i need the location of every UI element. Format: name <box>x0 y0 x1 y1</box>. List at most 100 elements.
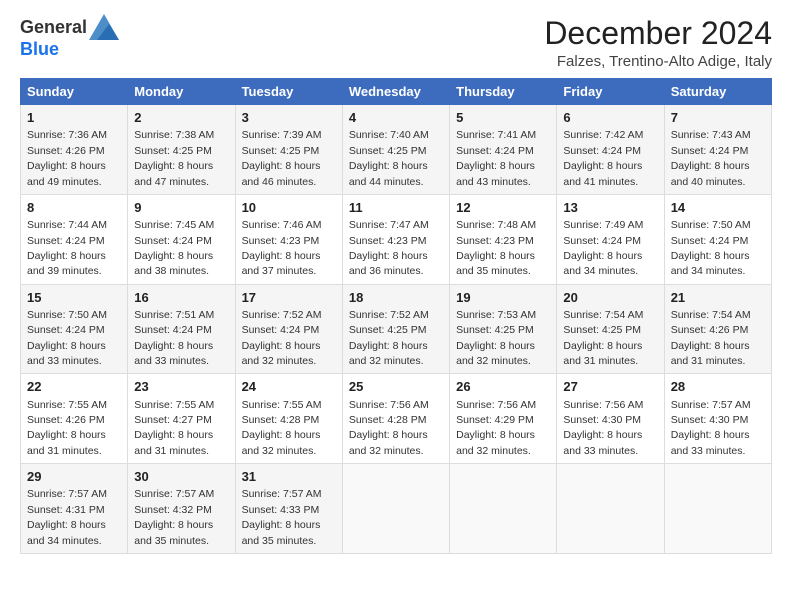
calendar-week-row: 8 Sunrise: 7:44 AM Sunset: 4:24 PM Dayli… <box>21 194 772 284</box>
day-number: 31 <box>242 468 336 486</box>
day-info: Sunrise: 7:48 AM Sunset: 4:23 PM Dayligh… <box>456 219 536 277</box>
day-info: Sunrise: 7:51 AM Sunset: 4:24 PM Dayligh… <box>134 309 214 367</box>
day-info: Sunrise: 7:49 AM Sunset: 4:24 PM Dayligh… <box>563 219 643 277</box>
day-number: 5 <box>456 109 550 127</box>
day-info: Sunrise: 7:55 AM Sunset: 4:28 PM Dayligh… <box>242 399 322 457</box>
table-row: 22 Sunrise: 7:55 AM Sunset: 4:26 PM Dayl… <box>21 374 128 464</box>
day-info: Sunrise: 7:57 AM Sunset: 4:30 PM Dayligh… <box>671 399 751 457</box>
table-row: 30 Sunrise: 7:57 AM Sunset: 4:32 PM Dayl… <box>128 464 235 554</box>
day-number: 11 <box>349 199 443 217</box>
table-row: 21 Sunrise: 7:54 AM Sunset: 4:26 PM Dayl… <box>664 284 771 374</box>
table-row: 20 Sunrise: 7:54 AM Sunset: 4:25 PM Dayl… <box>557 284 664 374</box>
table-row: 24 Sunrise: 7:55 AM Sunset: 4:28 PM Dayl… <box>235 374 342 464</box>
day-number: 13 <box>563 199 657 217</box>
day-number: 2 <box>134 109 228 127</box>
day-info: Sunrise: 7:50 AM Sunset: 4:24 PM Dayligh… <box>671 219 751 277</box>
logo: General Blue <box>20 16 119 60</box>
day-info: Sunrise: 7:52 AM Sunset: 4:25 PM Dayligh… <box>349 309 429 367</box>
day-number: 17 <box>242 289 336 307</box>
title-block: December 2024 Falzes, Trentino-Alto Adig… <box>544 16 772 70</box>
table-row: 18 Sunrise: 7:52 AM Sunset: 4:25 PM Dayl… <box>342 284 449 374</box>
day-number: 1 <box>27 109 121 127</box>
day-number: 6 <box>563 109 657 127</box>
day-number: 8 <box>27 199 121 217</box>
day-info: Sunrise: 7:41 AM Sunset: 4:24 PM Dayligh… <box>456 129 536 187</box>
day-number: 25 <box>349 378 443 396</box>
day-info: Sunrise: 7:44 AM Sunset: 4:24 PM Dayligh… <box>27 219 107 277</box>
table-row: 2 Sunrise: 7:38 AM Sunset: 4:25 PM Dayli… <box>128 105 235 195</box>
day-number: 26 <box>456 378 550 396</box>
day-info: Sunrise: 7:38 AM Sunset: 4:25 PM Dayligh… <box>134 129 214 187</box>
table-row: 27 Sunrise: 7:56 AM Sunset: 4:30 PM Dayl… <box>557 374 664 464</box>
day-number: 10 <box>242 199 336 217</box>
calendar-table: Sunday Monday Tuesday Wednesday Thursday… <box>20 78 772 554</box>
table-row: 10 Sunrise: 7:46 AM Sunset: 4:23 PM Dayl… <box>235 194 342 284</box>
main-title: December 2024 <box>544 16 772 51</box>
day-number: 14 <box>671 199 765 217</box>
day-number: 4 <box>349 109 443 127</box>
table-row: 23 Sunrise: 7:55 AM Sunset: 4:27 PM Dayl… <box>128 374 235 464</box>
day-number: 30 <box>134 468 228 486</box>
table-row: 15 Sunrise: 7:50 AM Sunset: 4:24 PM Dayl… <box>21 284 128 374</box>
table-row: 14 Sunrise: 7:50 AM Sunset: 4:24 PM Dayl… <box>664 194 771 284</box>
table-row: 8 Sunrise: 7:44 AM Sunset: 4:24 PM Dayli… <box>21 194 128 284</box>
day-number: 24 <box>242 378 336 396</box>
day-info: Sunrise: 7:53 AM Sunset: 4:25 PM Dayligh… <box>456 309 536 367</box>
day-number: 22 <box>27 378 121 396</box>
day-info: Sunrise: 7:47 AM Sunset: 4:23 PM Dayligh… <box>349 219 429 277</box>
col-friday: Friday <box>557 79 664 105</box>
day-number: 15 <box>27 289 121 307</box>
logo-icon <box>89 14 119 40</box>
day-number: 28 <box>671 378 765 396</box>
table-row <box>342 464 449 554</box>
logo-blue: Blue <box>20 40 59 60</box>
table-row: 7 Sunrise: 7:43 AM Sunset: 4:24 PM Dayli… <box>664 105 771 195</box>
day-number: 16 <box>134 289 228 307</box>
calendar-week-row: 22 Sunrise: 7:55 AM Sunset: 4:26 PM Dayl… <box>21 374 772 464</box>
day-number: 29 <box>27 468 121 486</box>
day-number: 12 <box>456 199 550 217</box>
table-row: 5 Sunrise: 7:41 AM Sunset: 4:24 PM Dayli… <box>450 105 557 195</box>
table-row: 19 Sunrise: 7:53 AM Sunset: 4:25 PM Dayl… <box>450 284 557 374</box>
day-number: 9 <box>134 199 228 217</box>
day-number: 27 <box>563 378 657 396</box>
calendar-week-row: 29 Sunrise: 7:57 AM Sunset: 4:31 PM Dayl… <box>21 464 772 554</box>
day-info: Sunrise: 7:50 AM Sunset: 4:24 PM Dayligh… <box>27 309 107 367</box>
subtitle: Falzes, Trentino-Alto Adige, Italy <box>544 53 772 70</box>
day-info: Sunrise: 7:36 AM Sunset: 4:26 PM Dayligh… <box>27 129 107 187</box>
col-wednesday: Wednesday <box>342 79 449 105</box>
col-tuesday: Tuesday <box>235 79 342 105</box>
day-number: 18 <box>349 289 443 307</box>
table-row <box>664 464 771 554</box>
page: General Blue December 2024 Falzes, Trent… <box>0 0 792 612</box>
day-info: Sunrise: 7:55 AM Sunset: 4:26 PM Dayligh… <box>27 399 107 457</box>
table-row: 26 Sunrise: 7:56 AM Sunset: 4:29 PM Dayl… <box>450 374 557 464</box>
day-info: Sunrise: 7:45 AM Sunset: 4:24 PM Dayligh… <box>134 219 214 277</box>
day-number: 23 <box>134 378 228 396</box>
table-row: 31 Sunrise: 7:57 AM Sunset: 4:33 PM Dayl… <box>235 464 342 554</box>
table-row <box>557 464 664 554</box>
day-info: Sunrise: 7:43 AM Sunset: 4:24 PM Dayligh… <box>671 129 751 187</box>
calendar-header-row: Sunday Monday Tuesday Wednesday Thursday… <box>21 79 772 105</box>
table-row: 29 Sunrise: 7:57 AM Sunset: 4:31 PM Dayl… <box>21 464 128 554</box>
day-number: 19 <box>456 289 550 307</box>
day-info: Sunrise: 7:57 AM Sunset: 4:32 PM Dayligh… <box>134 488 214 546</box>
table-row: 9 Sunrise: 7:45 AM Sunset: 4:24 PM Dayli… <box>128 194 235 284</box>
day-info: Sunrise: 7:40 AM Sunset: 4:25 PM Dayligh… <box>349 129 429 187</box>
day-number: 3 <box>242 109 336 127</box>
day-number: 20 <box>563 289 657 307</box>
day-info: Sunrise: 7:39 AM Sunset: 4:25 PM Dayligh… <box>242 129 322 187</box>
day-info: Sunrise: 7:57 AM Sunset: 4:33 PM Dayligh… <box>242 488 322 546</box>
table-row: 12 Sunrise: 7:48 AM Sunset: 4:23 PM Dayl… <box>450 194 557 284</box>
calendar-week-row: 1 Sunrise: 7:36 AM Sunset: 4:26 PM Dayli… <box>21 105 772 195</box>
table-row: 1 Sunrise: 7:36 AM Sunset: 4:26 PM Dayli… <box>21 105 128 195</box>
day-info: Sunrise: 7:55 AM Sunset: 4:27 PM Dayligh… <box>134 399 214 457</box>
table-row: 16 Sunrise: 7:51 AM Sunset: 4:24 PM Dayl… <box>128 284 235 374</box>
day-info: Sunrise: 7:54 AM Sunset: 4:25 PM Dayligh… <box>563 309 643 367</box>
day-info: Sunrise: 7:56 AM Sunset: 4:29 PM Dayligh… <box>456 399 536 457</box>
table-row: 6 Sunrise: 7:42 AM Sunset: 4:24 PM Dayli… <box>557 105 664 195</box>
day-info: Sunrise: 7:52 AM Sunset: 4:24 PM Dayligh… <box>242 309 322 367</box>
day-number: 7 <box>671 109 765 127</box>
day-info: Sunrise: 7:57 AM Sunset: 4:31 PM Dayligh… <box>27 488 107 546</box>
calendar-week-row: 15 Sunrise: 7:50 AM Sunset: 4:24 PM Dayl… <box>21 284 772 374</box>
